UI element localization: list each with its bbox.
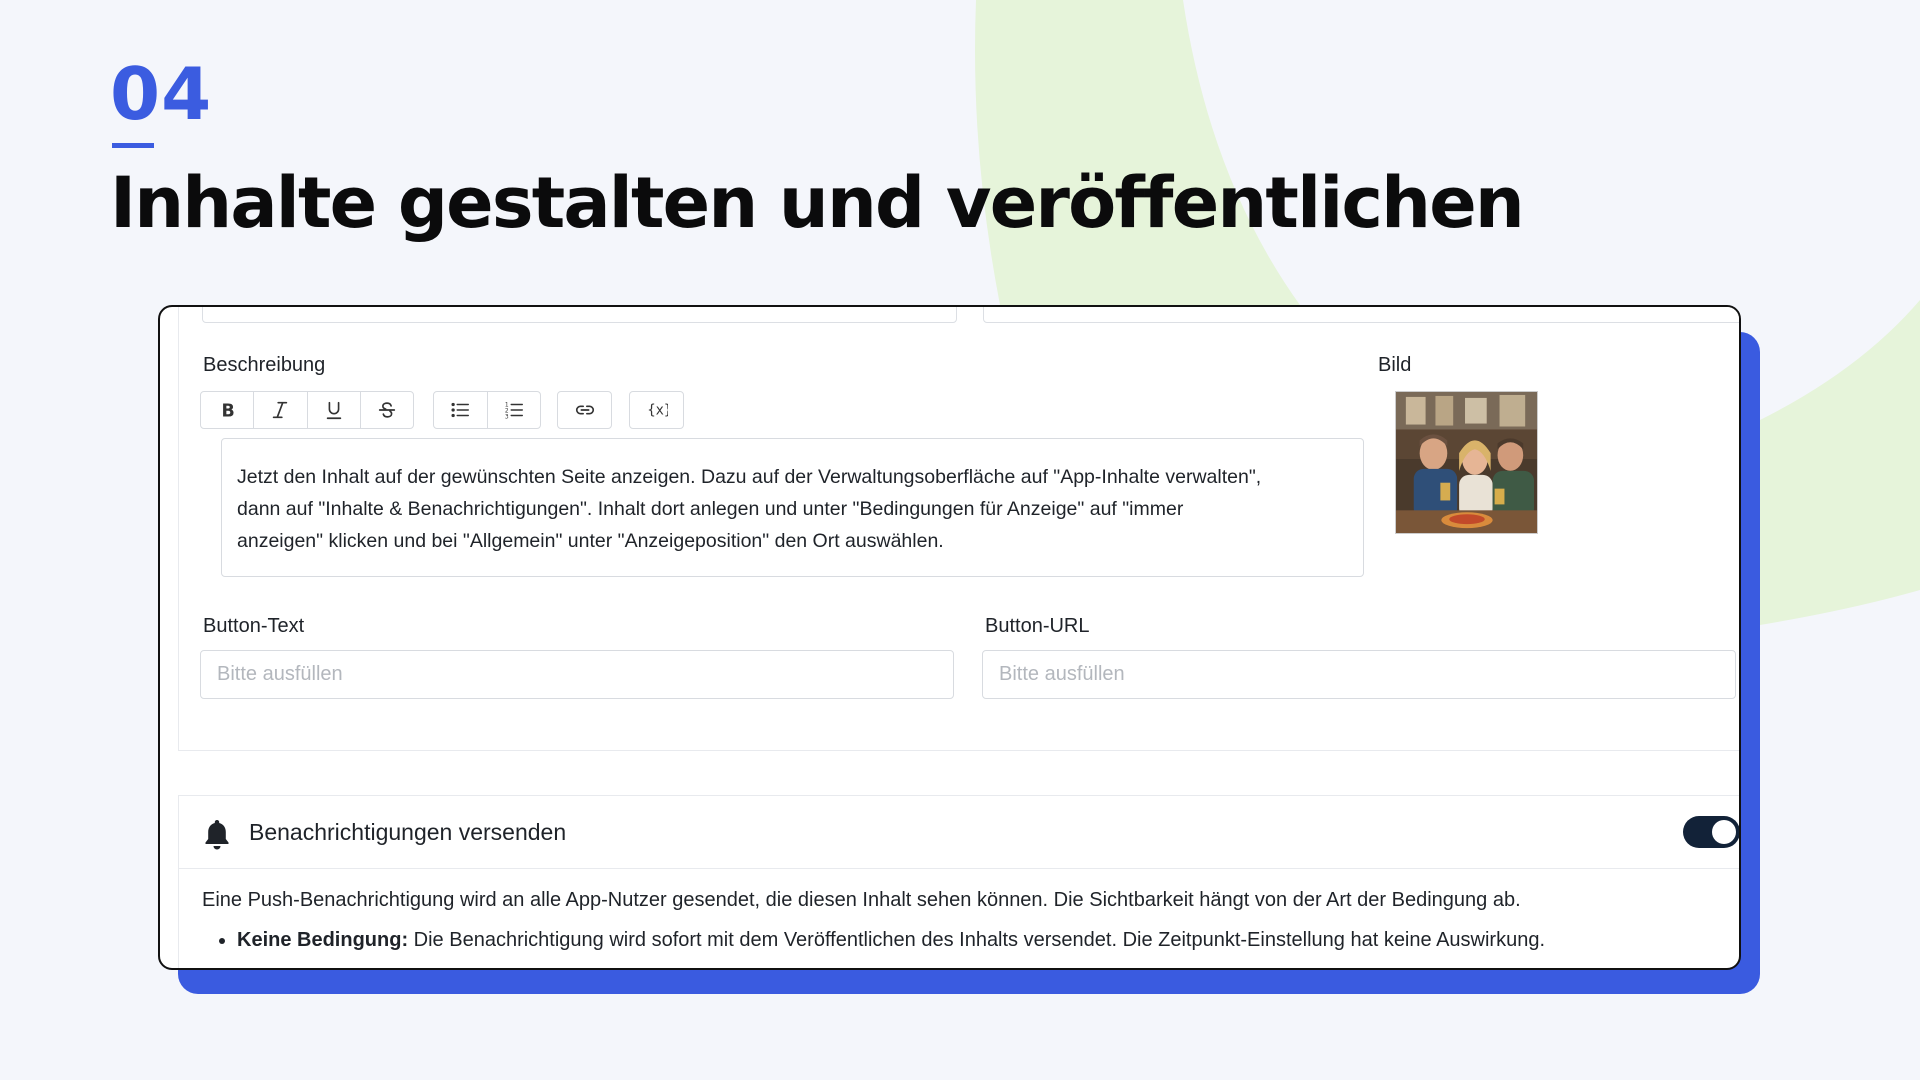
notification-header: Benachrichtigungen versenden (179, 796, 1739, 869)
svg-text:{x}: {x} (647, 403, 668, 419)
bullet-list-icon (451, 402, 470, 418)
variable-group: {x} (629, 391, 684, 429)
italic-icon (273, 401, 288, 419)
variable-button[interactable]: {x} (630, 392, 683, 428)
step-underline (112, 143, 154, 148)
description-label: Beschreibung (203, 354, 326, 376)
svg-text:B: B (222, 401, 235, 421)
page-title: Inhalte gestalten und veröffentlichen (110, 162, 1525, 244)
list-item: Keine Bedingung: Die Benachrichtigung wi… (237, 929, 1545, 952)
button-url-label: Button-URL (985, 615, 1090, 637)
people-image (1396, 392, 1537, 533)
content-section: Beschreibung Bild B 123 {x Jetzt den Inh… (178, 307, 1739, 751)
list-item-term: Keine Bedingung: (237, 929, 409, 951)
variable-icon: {x} (647, 403, 668, 419)
underline-icon (326, 401, 341, 420)
image-thumbnail[interactable] (1395, 391, 1538, 534)
editor-line: dann auf "Inhalte & Benachrichtigungen".… (237, 498, 1184, 520)
strikethrough-button[interactable] (361, 392, 413, 428)
numbered-list-icon: 123 (505, 401, 523, 420)
button-text-label: Button-Text (203, 615, 305, 637)
text-format-group: B (200, 391, 414, 429)
step-number: 04 (110, 52, 213, 136)
link-group (557, 391, 612, 429)
list-format-group: 123 (433, 391, 541, 429)
editor-line: anzeigen" klicken und bei "Allgemein" un… (237, 530, 944, 552)
notification-description: Eine Push-Benachrichtigung wird an alle … (202, 889, 1521, 911)
list-item-text: Die Benachrichtigung wird sofort mit dem… (408, 929, 1546, 951)
notification-conditions-list: Keine Bedingung: Die Benachrichtigung wi… (202, 929, 1545, 952)
bold-icon: B (222, 401, 235, 421)
link-icon (575, 405, 594, 415)
button-text-input[interactable] (200, 650, 954, 699)
notification-section: Benachrichtigungen versenden Eine Push-B… (178, 795, 1739, 968)
editor-line: Jetzt den Inhalt auf der gewünschten Sei… (237, 466, 1262, 488)
toggle-knob (1712, 820, 1736, 844)
bell-icon (205, 820, 229, 850)
description-editor[interactable]: Jetzt den Inhalt auf der gewünschten Sei… (221, 438, 1364, 577)
svg-text:3: 3 (505, 413, 509, 420)
italic-button[interactable] (254, 392, 308, 428)
strikethrough-icon (378, 402, 396, 418)
notification-toggle[interactable] (1683, 816, 1739, 848)
notification-title: Benachrichtigungen versenden (249, 819, 567, 845)
numbered-list-button[interactable]: 123 (488, 392, 541, 428)
bullet-list-button[interactable] (434, 392, 488, 428)
bold-button[interactable]: B (201, 392, 255, 428)
button-url-input[interactable] (982, 650, 1736, 699)
link-button[interactable] (558, 392, 611, 428)
image-label: Bild (1378, 354, 1412, 376)
underline-button[interactable] (308, 392, 361, 428)
content-editor-card: Beschreibung Bild B 123 {x Jetzt den Inh… (158, 305, 1741, 970)
